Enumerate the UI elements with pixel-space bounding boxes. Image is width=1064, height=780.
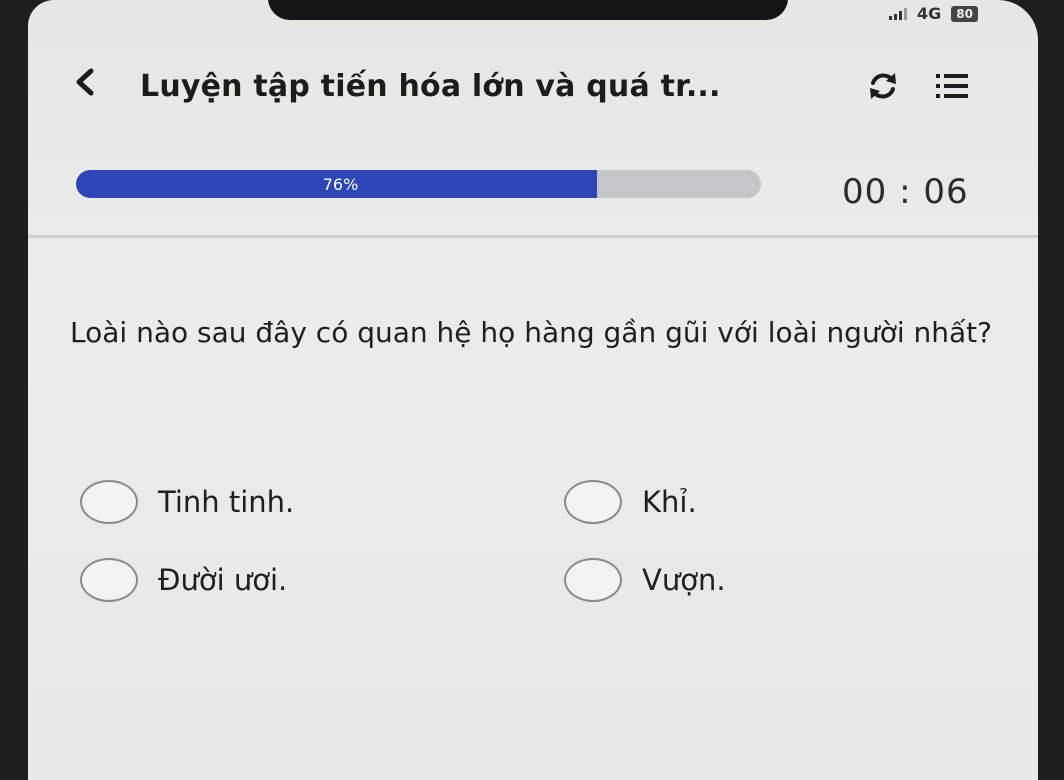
radio-button[interactable]	[564, 480, 622, 524]
refresh-icon[interactable]	[866, 69, 900, 103]
option-b[interactable]: Khỉ.	[564, 480, 697, 524]
radio-button[interactable]	[80, 558, 138, 602]
signal-icon	[889, 7, 908, 20]
radio-button[interactable]	[80, 480, 138, 524]
divider	[28, 235, 1038, 238]
radio-button[interactable]	[564, 558, 622, 602]
option-label: Khỉ.	[642, 485, 697, 519]
option-label: Đười ươi.	[158, 563, 288, 597]
header: Luyện tập tiến hóa lớn và quá tr...	[28, 55, 1038, 115]
camera-notch	[268, 0, 788, 20]
status-bar: 4G 80	[889, 4, 978, 23]
progress-bar: 76%	[76, 170, 761, 198]
page-title: Luyện tập tiến hóa lớn và quá tr...	[140, 69, 721, 104]
option-c[interactable]: Đười ươi.	[80, 558, 287, 602]
progress-label: 76%	[322, 174, 359, 194]
option-a[interactable]: Tinh tinh.	[80, 480, 294, 524]
option-d[interactable]: Vượn.	[564, 558, 726, 602]
network-label: 4G	[917, 4, 942, 23]
list-menu-icon[interactable]	[936, 71, 970, 101]
option-label: Vượn.	[642, 563, 726, 597]
chevron-left-icon[interactable]	[70, 67, 100, 97]
timer: 00 : 06	[842, 172, 969, 212]
option-label: Tinh tinh.	[158, 485, 295, 519]
question-text: Loài nào sau đây có quan hệ họ hàng gần …	[70, 316, 993, 349]
phone-screen: 4G 80 Luyện tập tiến hóa lớn và quá tr..…	[28, 0, 1038, 780]
battery-icon: 80	[951, 5, 978, 22]
